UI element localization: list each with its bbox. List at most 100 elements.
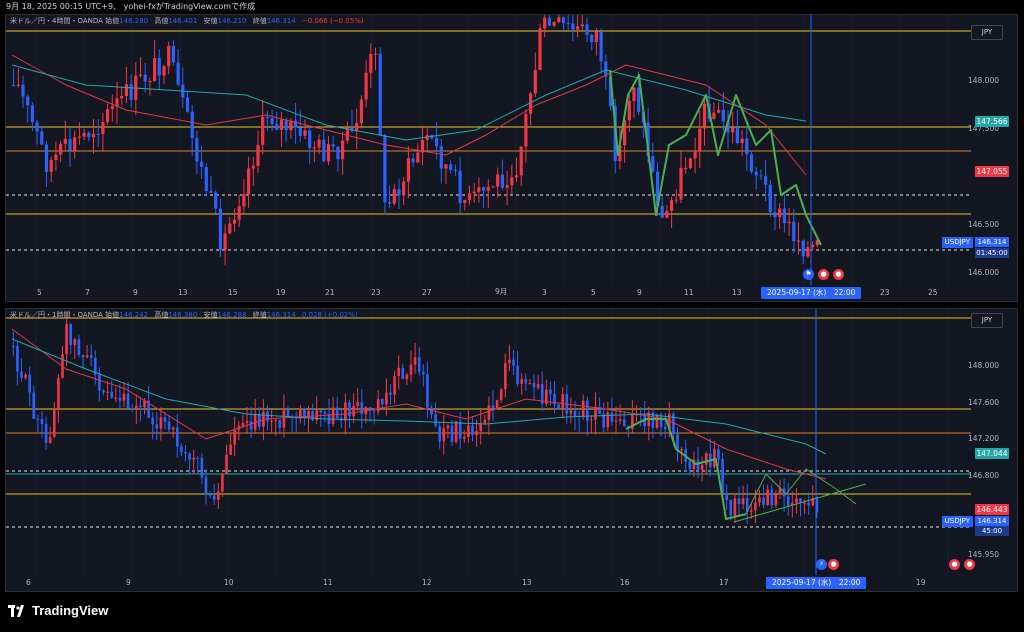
candle <box>416 152 420 163</box>
candle <box>356 402 359 406</box>
candle <box>586 400 589 421</box>
candle <box>49 160 53 172</box>
price-axis-label: 145.950 <box>967 550 999 559</box>
candle <box>275 124 279 130</box>
candle <box>190 111 194 139</box>
candle <box>749 154 754 172</box>
candle <box>569 410 573 414</box>
chart-pane-1h[interactable]: 米ドル／円・1時間・OANDA 始値146.242 高値146.380 安値14… <box>5 308 1018 592</box>
candle <box>73 339 77 345</box>
candle <box>241 422 245 426</box>
candle <box>599 31 603 62</box>
candle <box>54 154 58 161</box>
candle <box>524 113 528 147</box>
candle <box>270 118 274 125</box>
candle <box>406 158 410 182</box>
candle <box>576 26 580 30</box>
candle <box>508 359 511 364</box>
candle <box>594 406 597 420</box>
flag-us-icon[interactable]: ⚑ <box>803 269 814 280</box>
event-marker-icon[interactable]: ● <box>949 559 960 570</box>
candle <box>221 473 224 492</box>
candle <box>439 146 443 169</box>
candle <box>417 357 421 372</box>
candle <box>495 400 499 409</box>
candle <box>479 423 482 432</box>
candle <box>312 147 316 149</box>
event-marker-icon[interactable]: ● <box>818 269 829 280</box>
candle <box>228 223 232 234</box>
candle <box>561 17 566 24</box>
time-axis-label: 9月 <box>495 287 508 296</box>
event-marker-icon[interactable]: ● <box>833 269 844 280</box>
candle <box>143 74 147 82</box>
candle <box>360 402 364 415</box>
legend-change: −0.066 (−0.05%) <box>301 17 364 25</box>
tradingview-logo-icon <box>8 604 24 617</box>
candle <box>110 391 113 398</box>
candle <box>247 168 251 195</box>
candle <box>463 199 467 203</box>
candle <box>180 446 183 453</box>
candle <box>256 144 260 166</box>
price-axis-label: 146.500 <box>967 220 999 229</box>
tradingview-logo: TradingView <box>8 603 108 618</box>
candle <box>317 139 321 148</box>
currency-button[interactable]: JPY <box>971 25 1003 40</box>
candle <box>102 390 105 393</box>
candle <box>505 185 509 188</box>
candle <box>118 397 122 401</box>
price-chart-1h[interactable] <box>6 309 1018 592</box>
candle <box>717 109 721 113</box>
candle <box>725 492 728 500</box>
candle <box>44 144 49 172</box>
candle <box>81 354 85 358</box>
symbol-tag: USDJPY <box>941 516 973 527</box>
chart-pane-4h[interactable]: 米ドル／円・4時間・OANDA 始値146.280 高値146.401 安値14… <box>5 14 1018 302</box>
candle <box>115 98 119 107</box>
candle <box>85 355 89 358</box>
candle <box>171 427 175 430</box>
candle <box>24 374 27 378</box>
candle <box>308 130 312 149</box>
candle <box>129 84 133 100</box>
candle <box>87 132 91 138</box>
candle <box>512 359 515 366</box>
candle <box>59 143 63 155</box>
candle <box>665 210 669 218</box>
candle <box>759 175 763 177</box>
candle <box>106 391 109 393</box>
candle <box>138 74 143 76</box>
candle <box>659 414 663 427</box>
ohlc-legend: 米ドル／円・1時間・OANDA 始値146.242 高値146.380 安値14… <box>10 311 358 319</box>
candle <box>684 167 688 169</box>
candle <box>298 127 302 136</box>
candle <box>679 167 683 200</box>
candle <box>463 436 466 439</box>
candle <box>622 419 626 427</box>
candle <box>225 454 228 474</box>
event-marker-icon[interactable]: ● <box>828 559 839 570</box>
candle <box>454 421 458 443</box>
candle <box>242 194 246 207</box>
candle <box>573 410 577 416</box>
candle <box>801 240 805 257</box>
candle <box>373 53 378 55</box>
candle <box>331 144 335 147</box>
candle <box>65 323 68 355</box>
lightning-icon[interactable]: ⚡ <box>816 559 827 570</box>
event-marker-icon[interactable]: ● <box>964 559 975 570</box>
candle <box>176 62 180 85</box>
candle <box>606 412 610 428</box>
candle <box>126 393 130 409</box>
candle <box>651 156 655 172</box>
candle <box>594 31 598 43</box>
candle <box>44 423 48 443</box>
price-chart-4h[interactable] <box>6 15 1018 302</box>
candle <box>627 100 631 121</box>
candle <box>157 58 161 76</box>
candle <box>188 453 191 460</box>
candle <box>803 502 806 504</box>
currency-button[interactable]: JPY <box>971 313 1003 328</box>
time-axis-label: 27 <box>422 288 432 297</box>
